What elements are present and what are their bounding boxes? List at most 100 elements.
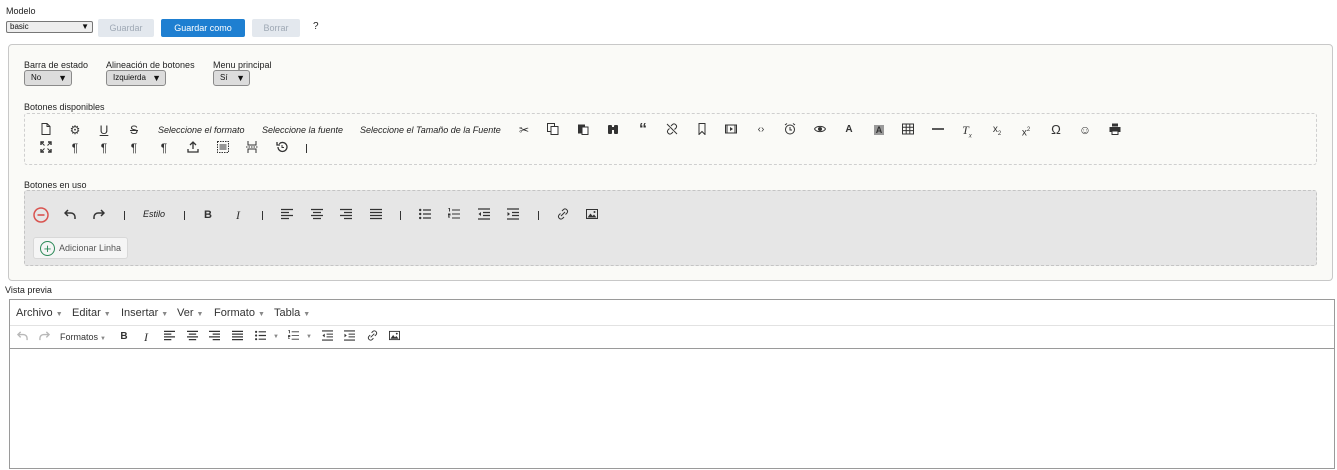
undo-icon[interactable] [15,330,29,344]
preview-eye-icon[interactable] [812,123,828,137]
outdent-icon[interactable] [476,208,492,222]
background-color-icon[interactable]: A [871,123,887,137]
editor-content-area[interactable] [10,350,1334,470]
align-left-icon[interactable] [162,330,176,344]
emoticons-icon[interactable]: ☺ [1077,123,1093,137]
style-select[interactable]: Estilo [143,209,165,219]
align-center-icon[interactable] [185,330,199,344]
superscript-icon[interactable]: x2 [1018,123,1034,138]
new-document-icon[interactable] [38,123,54,137]
menu-tabla[interactable]: Tabla ▼ [274,307,310,319]
remove-format-icon[interactable]: Tx [959,123,975,139]
separator[interactable] [262,211,263,220]
indent-icon[interactable] [342,330,356,344]
ltr-paragraph-icon[interactable]: ¶ [67,141,83,155]
status-bar-select[interactable]: No ▼ [24,70,72,86]
separator[interactable] [306,144,307,153]
underline-icon[interactable]: U [96,123,112,137]
in-use-buttons-box: Estilo B I [24,190,1317,266]
restore-draft-icon[interactable] [274,141,290,155]
paragraph-icon[interactable]: ¶ [126,141,142,155]
upload-icon[interactable] [185,141,201,155]
subscript-icon[interactable]: x2 [989,123,1005,137]
image-icon[interactable] [387,330,401,344]
blockquote-icon[interactable]: “ [635,122,651,138]
align-left-icon[interactable] [279,208,295,222]
help-icon[interactable]: ? [313,21,319,32]
save-button[interactable]: Guardar [98,19,154,37]
special-character-icon[interactable]: Ω [1048,123,1064,137]
remove-line-icon[interactable] [33,207,49,223]
italic-icon[interactable]: I [139,330,153,344]
main-menu-select[interactable]: Sí ▼ [213,70,250,86]
bold-icon[interactable]: B [200,208,216,222]
chevron-down-icon: ▼ [152,73,161,83]
print-icon[interactable] [1107,123,1123,137]
undo-icon[interactable] [62,208,78,222]
align-right-icon[interactable] [207,330,221,344]
page-break-icon[interactable] [244,141,260,155]
media-icon[interactable] [723,123,739,137]
menu-archivo[interactable]: Archivo ▼ [16,307,63,319]
formats-dropdown[interactable]: Formatos ▼ [60,330,110,344]
paste-icon[interactable] [575,123,591,137]
plus-circle-icon: + [40,241,55,256]
bullet-list-icon[interactable] [417,208,433,222]
bookmark-icon[interactable] [694,123,710,137]
link-icon[interactable] [365,330,379,344]
code-icon[interactable]: ‹› [753,123,769,137]
button-alignment-select[interactable]: Izquierda ▼ [106,70,166,86]
alarm-clock-icon[interactable] [782,123,798,137]
align-justify-icon[interactable] [368,208,384,222]
numbered-list-icon[interactable] [286,330,300,344]
menu-ver[interactable]: Ver ▼ [177,307,203,319]
align-justify-icon[interactable] [230,330,244,344]
table-icon[interactable] [900,123,916,137]
fullscreen-icon[interactable] [38,141,54,155]
separator[interactable] [538,211,539,220]
separator[interactable] [184,211,185,220]
link-icon[interactable] [555,208,571,222]
unlink-icon[interactable] [664,123,680,137]
menu-insertar[interactable]: Insertar ▼ [121,307,168,319]
model-select[interactable]: basic ▼ [6,21,93,33]
copy-icon[interactable] [545,123,561,137]
redo-icon[interactable] [91,208,107,222]
indent-icon[interactable] [505,208,521,222]
main-menu-label: Menu principal [213,60,272,70]
chevron-down-icon[interactable]: ▼ [302,330,316,344]
chevron-down-icon[interactable]: ▼ [269,330,283,344]
image-icon[interactable] [584,208,600,222]
align-right-icon[interactable] [338,208,354,222]
model-select-value: basic [10,22,29,31]
redo-icon[interactable] [37,330,51,344]
separator[interactable] [400,211,401,220]
save-as-button[interactable]: Guardar como [161,19,245,37]
strikethrough-icon[interactable]: S [126,123,142,137]
italic-icon[interactable]: I [230,208,246,222]
horizontal-rule-icon[interactable] [930,123,946,137]
outdent-icon[interactable] [320,330,334,344]
text-color-icon[interactable]: A [841,123,857,137]
bold-icon[interactable]: B [117,330,131,344]
gear-icon[interactable]: ⚙ [67,123,83,137]
chevron-down-icon: ▼ [103,311,111,318]
menu-editar[interactable]: Editar ▼ [72,307,111,319]
add-line-button[interactable]: + Adicionar Linha [33,237,128,259]
visual-chars-icon[interactable]: ¶ [156,141,172,155]
cut-icon[interactable]: ✂ [516,123,532,137]
numbered-list-icon[interactable] [446,208,462,222]
separator[interactable] [124,211,125,220]
format-select[interactable]: Seleccione el formato [158,125,245,135]
menu-formato[interactable]: Formato ▼ [214,307,265,319]
font-size-select[interactable]: Seleccione el Tamaño de la Fuente [360,125,501,135]
font-select[interactable]: Seleccione la fuente [262,125,343,135]
button-alignment-value: Izquierda [113,73,146,82]
main-menu-value: Sí [220,73,228,82]
delete-button[interactable]: Borrar [252,19,300,37]
align-center-icon[interactable] [309,208,325,222]
visual-blocks-icon[interactable] [215,141,231,155]
binoculars-icon[interactable] [605,123,621,137]
bullet-list-icon[interactable] [253,330,267,344]
rtl-paragraph-icon[interactable]: ¶ [96,141,112,155]
